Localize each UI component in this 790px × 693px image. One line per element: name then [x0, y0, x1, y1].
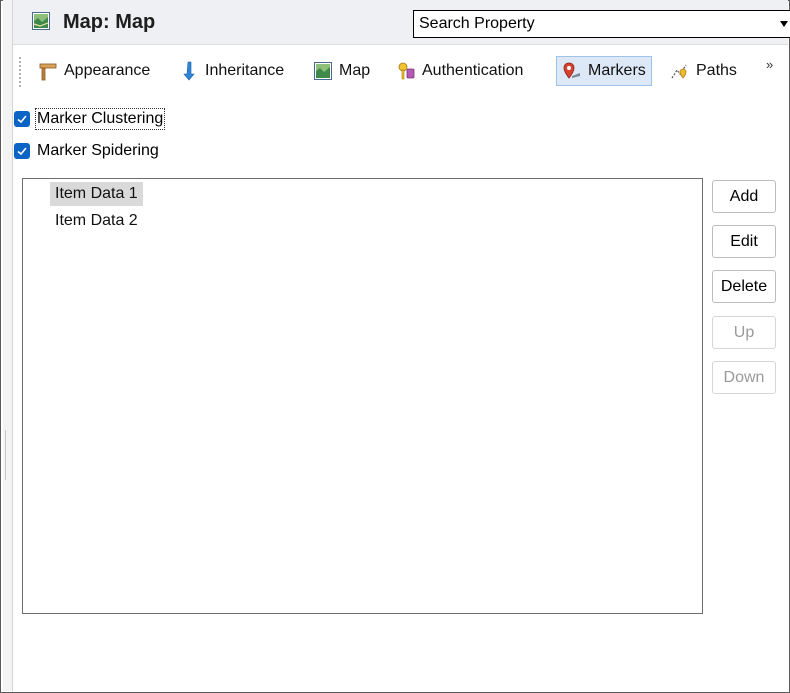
list-item[interactable]: Item Data 1 [50, 182, 143, 206]
tab-appearance[interactable]: Appearance [33, 56, 155, 86]
marker-clustering-option[interactable]: Marker Clustering [14, 108, 166, 130]
inheritance-icon [183, 61, 195, 81]
tab-label: Inheritance [205, 62, 285, 79]
list-item[interactable]: Item Data 2 [50, 209, 143, 233]
tab-map[interactable]: Map [308, 56, 375, 86]
marker-clustering-label: Marker Clustering [34, 108, 166, 130]
marker-clustering-checkbox[interactable] [14, 111, 30, 127]
tab-label: Paths [696, 62, 737, 79]
marker-spidering-label: Marker Spidering [37, 142, 159, 159]
tab-authentication[interactable]: Authentication [391, 56, 528, 86]
marker-spidering-option[interactable]: Marker Spidering [14, 140, 160, 162]
map-icon [32, 12, 50, 30]
checkmark-icon [17, 115, 27, 124]
tab-label: Authentication [422, 62, 524, 79]
toolbar-grip [19, 57, 23, 87]
search-property-input[interactable] [414, 11, 769, 37]
paths-icon [671, 64, 687, 79]
edit-button[interactable]: Edit [712, 225, 776, 258]
marker-data-list[interactable]: Item Data 1 Item Data 2 [22, 178, 703, 614]
checkmark-icon [17, 147, 27, 156]
tab-markers[interactable]: Markers [556, 56, 652, 86]
panel-splitter[interactable] [3, 0, 13, 691]
marker-spidering-checkbox[interactable] [14, 143, 30, 159]
chevron-down-icon[interactable] [780, 21, 788, 27]
more-tabs-chevron-icon[interactable]: » [766, 57, 773, 72]
delete-button[interactable]: Delete [712, 270, 776, 303]
splitter-grip[interactable] [5, 430, 6, 480]
add-button[interactable]: Add [712, 180, 776, 213]
tab-toolbar: Appearance Inheritance Map Authenticatio… [13, 45, 788, 99]
search-property-dropdown[interactable] [413, 10, 790, 38]
tab-label: Appearance [64, 62, 151, 79]
appearance-icon [39, 63, 57, 81]
up-button[interactable]: Up [712, 316, 776, 349]
authentication-icon [398, 62, 415, 80]
tab-label: Markers [588, 62, 646, 79]
tab-label: Map [339, 62, 371, 79]
down-button[interactable]: Down [712, 361, 776, 394]
tab-inheritance[interactable]: Inheritance [174, 56, 289, 86]
panel-header: Map: Map [13, 0, 790, 45]
map-icon [314, 62, 332, 80]
marker-icon [563, 62, 580, 79]
tab-paths[interactable]: Paths [665, 56, 742, 86]
page-title: Map: Map [63, 11, 156, 33]
